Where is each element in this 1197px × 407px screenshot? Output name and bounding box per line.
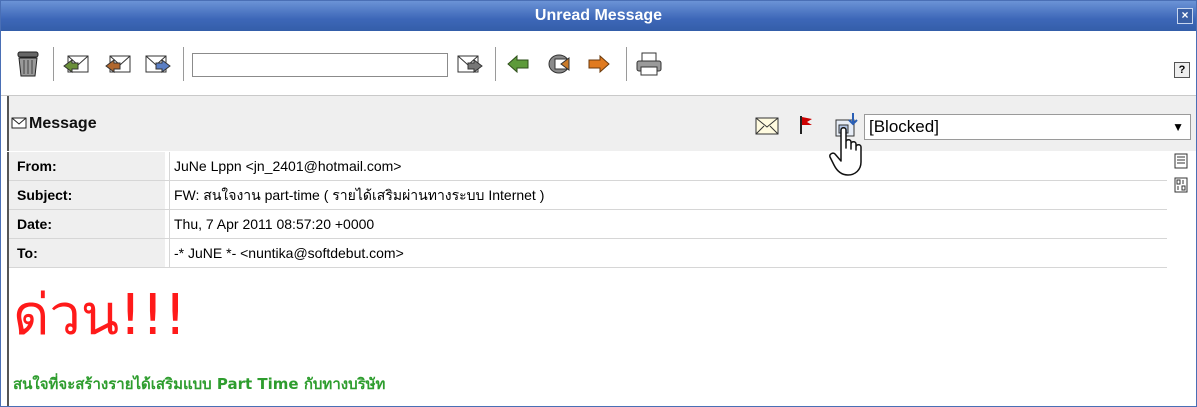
mail-stack-icon (548, 54, 570, 74)
mark-button[interactable] (545, 49, 575, 79)
message-bar: Message [Blocked] ▼ (7, 96, 1196, 151)
header-label: Subject: (9, 181, 165, 209)
header-label: From: (9, 152, 165, 180)
header-value: -* JuNE *- <nuntika@softdebut.com> (169, 239, 1165, 267)
reply-icon (63, 55, 89, 73)
forward-icon (145, 55, 171, 73)
next-button[interactable] (584, 49, 614, 79)
toolbar-separator (183, 47, 184, 81)
message-window: Unread Message × ? Message [Blocked] ▼ F… (0, 0, 1197, 407)
header-value: Thu, 7 Apr 2011 08:57:20 +0000 (169, 210, 1165, 238)
printer-icon (636, 52, 662, 76)
chevron-down-icon: ▼ (1172, 120, 1184, 134)
hand-cursor-icon (827, 126, 867, 182)
view-source-button[interactable] (1174, 153, 1188, 173)
message-body: ด่วน!!! สนใจที่จะสร้างรายได้เสริมแบบ Par… (7, 269, 1196, 406)
header-row-subject: Subject: FW: สนใจงาน part-time ( รายได้เ… (9, 181, 1167, 210)
reply-all-icon (105, 55, 131, 73)
headers-button[interactable] (1174, 177, 1188, 197)
previous-button[interactable] (503, 49, 533, 79)
flag-icon (800, 116, 812, 134)
status-value: [Blocked] (869, 117, 939, 136)
status-select[interactable]: [Blocked] ▼ (864, 114, 1191, 140)
trash-icon (17, 51, 39, 77)
mark-read-button[interactable] (755, 117, 779, 139)
message-label: Message (29, 115, 97, 132)
envelope-icon (11, 117, 27, 129)
delete-button[interactable] (13, 49, 43, 79)
toolbar-separator (495, 47, 496, 81)
arrow-right-icon (588, 54, 610, 74)
reply-all-button[interactable] (103, 49, 133, 79)
toolbar-separator (626, 47, 627, 81)
body-text: สนใจที่จะสร้างรายได้เสริมแบบ Part Time ก… (13, 375, 386, 393)
binary-icon (1174, 177, 1188, 193)
search-input[interactable] (192, 53, 448, 77)
mail-search-icon (457, 55, 483, 73)
window-title: Unread Message (534, 7, 663, 24)
flag-button[interactable] (799, 115, 813, 139)
arrow-left-icon (507, 54, 529, 74)
forward-button[interactable] (143, 49, 173, 79)
reply-button[interactable] (61, 49, 91, 79)
toolbar-separator (53, 47, 54, 81)
toolbar: ? (1, 31, 1196, 96)
header-label: Date: (9, 210, 165, 238)
close-button[interactable]: × (1177, 8, 1193, 24)
envelope-icon (755, 117, 779, 135)
document-icon (1174, 153, 1188, 169)
header-row-date: Date: Thu, 7 Apr 2011 08:57:20 +0000 (9, 210, 1167, 239)
header-row-from: From: JuNe Lppn <jn_2401@hotmail.com> (9, 152, 1167, 181)
search-button[interactable] (455, 49, 485, 79)
header-label: To: (9, 239, 165, 267)
pointer-hand-icon (829, 127, 862, 176)
help-button[interactable]: ? (1174, 62, 1190, 78)
header-value: FW: สนใจงาน part-time ( รายได้เสริมผ่านท… (169, 181, 1165, 209)
body-headline: ด่วน!!! (13, 283, 187, 348)
header-table: From: JuNe Lppn <jn_2401@hotmail.com> Su… (7, 152, 1169, 269)
print-button[interactable] (634, 49, 664, 79)
header-row-to: To: -* JuNE *- <nuntika@softdebut.com> (9, 239, 1167, 268)
header-side-icons (1174, 153, 1188, 197)
header-value: JuNe Lppn <jn_2401@hotmail.com> (169, 152, 1165, 180)
title-bar: Unread Message × (1, 1, 1196, 31)
